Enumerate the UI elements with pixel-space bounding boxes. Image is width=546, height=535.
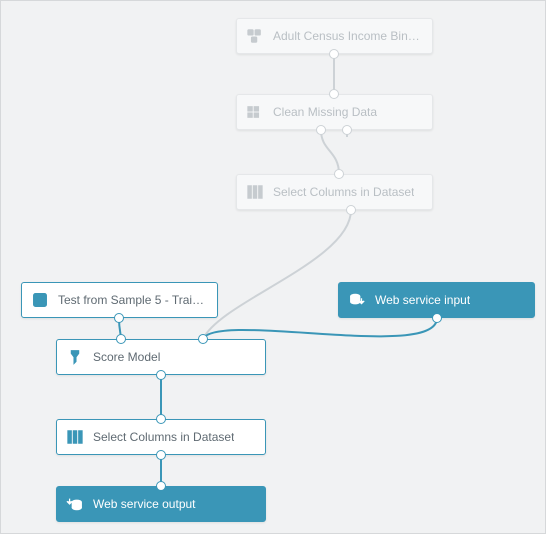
node-web-service-output[interactable]: Web service output [56, 486, 266, 522]
node-label: Web service output [93, 497, 196, 511]
output-port[interactable] [346, 205, 356, 215]
score-model-icon [65, 347, 85, 367]
select-columns-icon [245, 182, 265, 202]
node-label: Select Columns in Dataset [93, 430, 234, 444]
clean-data-icon [245, 102, 265, 122]
output-port[interactable] [114, 313, 124, 323]
web-service-input-icon [347, 290, 367, 310]
node-label: Score Model [93, 350, 160, 364]
input-port[interactable] [329, 89, 339, 99]
node-label: Test from Sample 5 - Training... [58, 293, 207, 307]
trained-model-icon [30, 290, 50, 310]
input-port[interactable] [334, 169, 344, 179]
output-port[interactable] [156, 370, 166, 380]
input-port[interactable] [156, 414, 166, 424]
web-service-output-icon [65, 494, 85, 514]
node-clean-missing-data[interactable]: Clean Missing Data [236, 94, 433, 130]
node-select-columns-1[interactable]: Select Columns in Dataset [236, 174, 433, 210]
node-label: Clean Missing Data [273, 105, 377, 119]
input-port[interactable] [198, 334, 208, 344]
output-port[interactable] [316, 125, 326, 135]
output-port[interactable] [156, 450, 166, 460]
node-label: Web service input [375, 293, 470, 307]
select-columns-icon [65, 427, 85, 447]
input-port[interactable] [116, 334, 126, 344]
dataset-icon [245, 26, 265, 46]
output-port[interactable] [329, 49, 339, 59]
output-port[interactable] [432, 313, 442, 323]
experiment-canvas[interactable]: Adult Census Income Binary C... Clean Mi… [0, 0, 546, 534]
node-label: Select Columns in Dataset [273, 185, 414, 199]
input-port[interactable] [156, 481, 166, 491]
node-label: Adult Census Income Binary C... [273, 29, 422, 43]
output-port[interactable] [342, 125, 352, 135]
